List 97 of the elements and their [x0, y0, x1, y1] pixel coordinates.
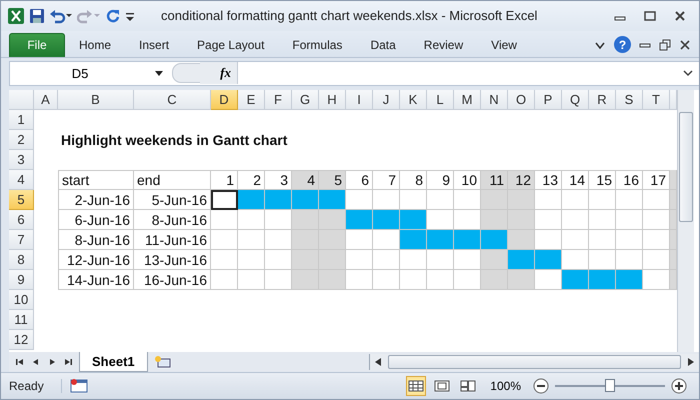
- vertical-scrollbar[interactable]: [677, 90, 694, 352]
- table-cell: 5: [319, 170, 346, 190]
- undo-icon[interactable]: [49, 8, 73, 24]
- slider-thumb[interactable]: [605, 379, 615, 392]
- table-cell: 16-Jun-16: [134, 270, 211, 290]
- table-cell: 8-Jun-16: [134, 210, 211, 230]
- column-header[interactable]: I: [346, 90, 373, 110]
- zoom-level[interactable]: 100%: [490, 379, 521, 394]
- close-icon[interactable]: [679, 38, 691, 51]
- table-cell: 7: [373, 170, 400, 190]
- table-cell: end: [134, 170, 211, 190]
- table-cell: 11-Jun-16: [134, 230, 211, 250]
- column-header[interactable]: A: [34, 90, 58, 110]
- row-header[interactable]: 7: [9, 230, 34, 250]
- table-cell: 6-Jun-16: [58, 210, 134, 230]
- column-header[interactable]: E: [238, 90, 265, 110]
- column-header[interactable]: R: [589, 90, 616, 110]
- row-header[interactable]: 5: [9, 190, 34, 210]
- zoom-in-icon[interactable]: [671, 378, 687, 394]
- table-cell: 12: [508, 170, 535, 190]
- column-header[interactable]: K: [400, 90, 427, 110]
- table-cell: 2-Jun-16: [58, 190, 134, 210]
- table-cell: 14-Jun-16: [58, 270, 134, 290]
- column-header[interactable]: B: [58, 90, 134, 110]
- column-header[interactable]: L: [427, 90, 454, 110]
- table-cell: 12-Jun-16: [58, 250, 134, 270]
- column-header[interactable]: D: [211, 90, 238, 110]
- horizontal-scrollbar[interactable]: [369, 354, 699, 370]
- scroll-thumb[interactable]: [388, 355, 681, 370]
- active-cell[interactable]: [211, 190, 238, 210]
- table-cell: start: [58, 170, 134, 190]
- row-header[interactable]: 11: [9, 310, 34, 330]
- scroll-thumb[interactable]: [679, 112, 693, 222]
- help-button[interactable]: ?: [614, 36, 631, 54]
- ribbon-tab[interactable]: Home: [65, 32, 126, 57]
- table-cell: 13: [535, 170, 562, 190]
- close-icon[interactable]: [673, 10, 687, 22]
- row-header[interactable]: 9: [9, 270, 34, 290]
- insert-sheet-icon[interactable]: [154, 355, 172, 370]
- sheet-tab[interactable]: Sheet1: [79, 352, 148, 372]
- table-cell: 9: [427, 170, 454, 190]
- row-header[interactable]: 3: [9, 150, 34, 170]
- table-cell: 13-Jun-16: [134, 250, 211, 270]
- scroll-left-icon[interactable]: [374, 357, 382, 368]
- row-header[interactable]: 10: [9, 290, 34, 310]
- table-cell: 15: [589, 170, 616, 190]
- record-macro-icon[interactable]: [70, 378, 88, 394]
- row-header[interactable]: 12: [9, 330, 34, 350]
- next-sheet-icon[interactable]: [47, 357, 57, 368]
- row-header[interactable]: 4: [9, 170, 34, 190]
- row-header[interactable]: 2: [9, 130, 34, 150]
- status-text: Ready: [9, 379, 62, 394]
- spreadsheet-app-icon[interactable]: [7, 6, 25, 25]
- ribbon-tab[interactable]: Data: [356, 32, 410, 57]
- column-header[interactable]: Q: [562, 90, 589, 110]
- column-header[interactable]: F: [265, 90, 292, 110]
- column-header[interactable]: O: [508, 90, 535, 110]
- ribbon-tab[interactable]: Formulas: [278, 32, 356, 57]
- normal-view-button[interactable]: [406, 376, 426, 396]
- first-sheet-icon[interactable]: [15, 357, 25, 368]
- table-cell: 11: [481, 170, 508, 190]
- scroll-right-icon[interactable]: [687, 357, 695, 368]
- refresh-icon[interactable]: [105, 8, 121, 24]
- table-cell: 6: [346, 170, 373, 190]
- column-header[interactable]: N: [481, 90, 508, 110]
- table-cell: 8-Jun-16: [58, 230, 134, 250]
- window-title: conditional formatting gantt chart weekends.xlsx - Microsoft Excel: [161, 8, 538, 24]
- table-cell: 1: [211, 170, 238, 190]
- restore-icon[interactable]: [659, 38, 671, 51]
- column-header[interactable]: C: [134, 90, 211, 110]
- table-cell: 8: [400, 170, 427, 190]
- ribbon-tab[interactable]: Insert: [125, 32, 184, 57]
- row-header[interactable]: 6: [9, 210, 34, 230]
- ribbon-tab[interactable]: View: [477, 32, 531, 57]
- zoom-out-icon[interactable]: [533, 378, 549, 394]
- table-cell: 16: [616, 170, 643, 190]
- column-header[interactable]: M: [454, 90, 481, 110]
- sheet-title: Highlight weekends in Gantt chart: [60, 131, 288, 150]
- zoom-slider[interactable]: [555, 378, 665, 394]
- table-cell: 4: [292, 170, 319, 190]
- file-tab[interactable]: File: [9, 32, 65, 57]
- row-header[interactable]: 8: [9, 250, 34, 270]
- maximize-icon[interactable]: [643, 10, 657, 22]
- ribbon-tab[interactable]: Review: [410, 32, 478, 57]
- column-header[interactable]: G: [292, 90, 319, 110]
- last-sheet-icon[interactable]: [63, 357, 73, 368]
- table-cell: 14: [562, 170, 589, 190]
- previous-sheet-icon[interactable]: [31, 357, 41, 368]
- table-cell: 5-Jun-16: [134, 190, 211, 210]
- save-icon[interactable]: [29, 8, 45, 24]
- column-header[interactable]: T: [643, 90, 670, 110]
- column-header[interactable]: S: [616, 90, 643, 110]
- column-header[interactable]: P: [535, 90, 562, 110]
- row-header[interactable]: 1: [9, 110, 34, 130]
- column-header[interactable]: H: [319, 90, 346, 110]
- ribbon-tab[interactable]: Page Layout: [183, 32, 278, 57]
- column-header[interactable]: J: [373, 90, 400, 110]
